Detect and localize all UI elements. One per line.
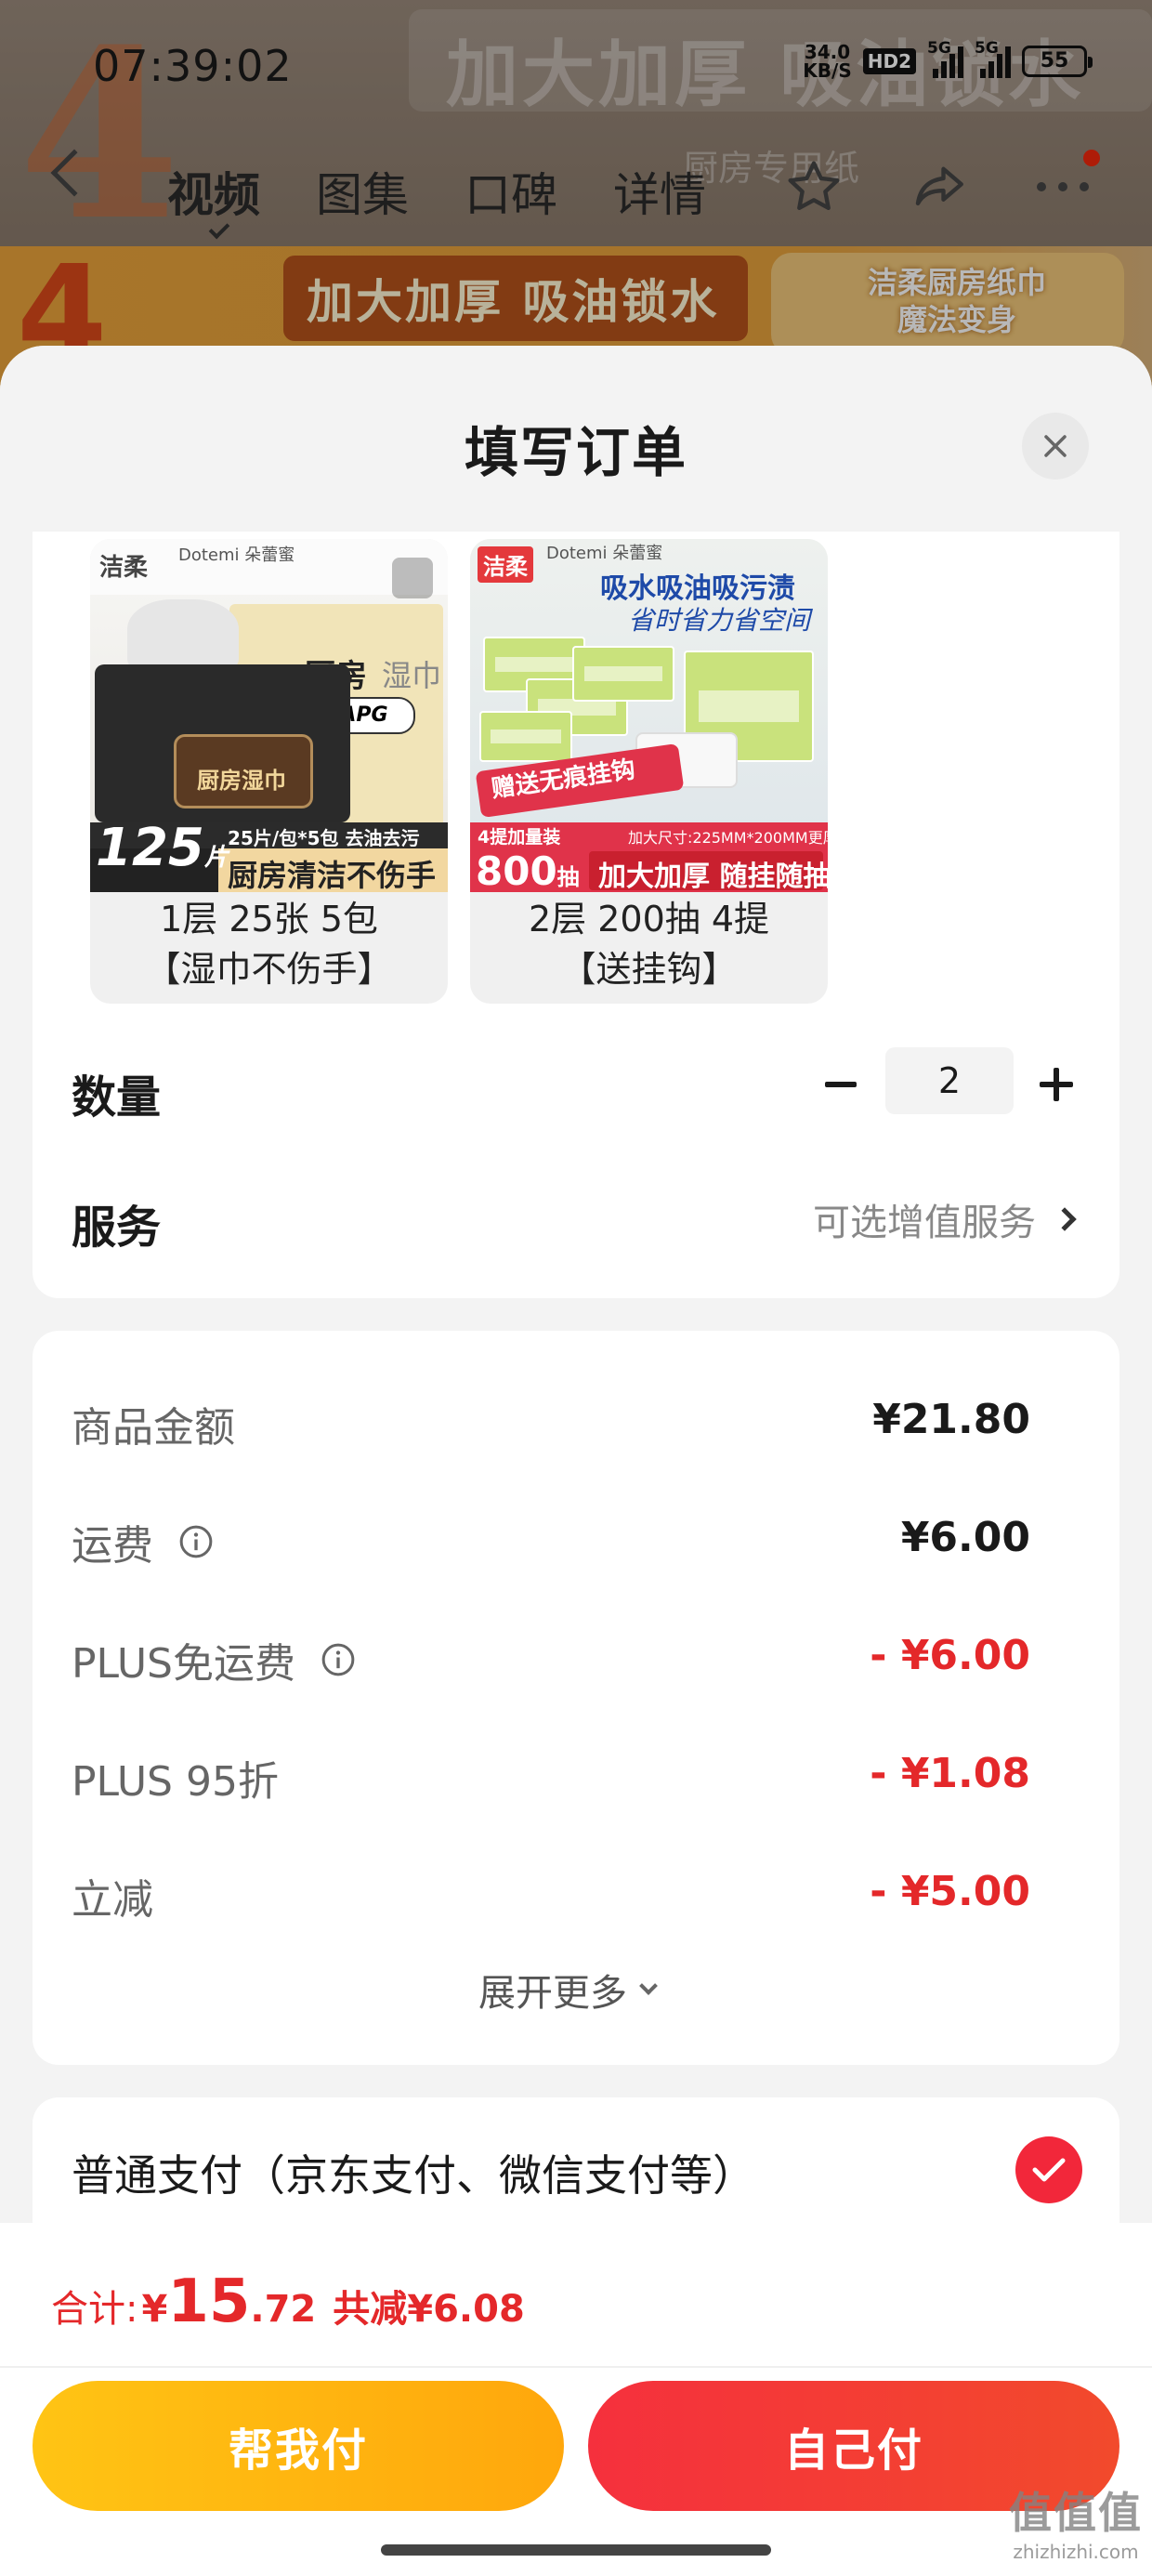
price-row-shipping: 运费 ¥6.00 [72, 1514, 1030, 1570]
modal-backdrop[interactable] [0, 0, 1152, 390]
price-row-instant-discount: 立减 - ¥5.00 [72, 1868, 1030, 1924]
expand-more-button[interactable]: 展开更多 [478, 1963, 658, 2017]
price-value: ¥6.00 [900, 1514, 1030, 1561]
order-total: 合计: ¥ 15 .72 共减¥6.08 [51, 2267, 525, 2336]
chevron-right-icon [1053, 1207, 1077, 1231]
price-value: - ¥5.00 [870, 1868, 1030, 1915]
variant-option-1[interactable]: 洁柔 Dotemi 朵蕾蜜 厨房 湿巾 APG 厨房湿巾 25片/包*5包 去油… [90, 539, 448, 1004]
close-icon [1044, 435, 1067, 457]
price-row-plus-free-shipping: PLUS免运费 - ¥6.00 [72, 1632, 1030, 1688]
price-row-subtotal: 商品金额 ¥21.80 [72, 1396, 1030, 1452]
variant-label: 2层 200抽 4提 【送挂钩】 [528, 899, 770, 990]
expand-image-icon[interactable] [392, 558, 433, 598]
service-row[interactable]: 服务 可选增值服务 [33, 1168, 1119, 1261]
variant-label: 1层 25张 5包 【湿巾不伤手】 [145, 899, 393, 990]
variant-image: 洁柔 Dotemi 朵蕾蜜 吸水吸油吸污渍 省时省力省空间 赠送无痕挂钩 4提加… [470, 539, 828, 892]
variant-list: 洁柔 Dotemi 朵蕾蜜 厨房 湿巾 APG 厨房湿巾 25片/包*5包 去油… [90, 539, 828, 1004]
product-card: 洁柔 Dotemi 朵蕾蜜 厨房 湿巾 APG 厨房湿巾 25片/包*5包 去油… [33, 532, 1119, 1298]
variant-option-2[interactable]: 洁柔 Dotemi 朵蕾蜜 吸水吸油吸污渍 省时省力省空间 赠送无痕挂钩 4提加… [470, 539, 828, 1004]
chevron-down-icon [639, 1977, 658, 1995]
close-button[interactable] [1022, 413, 1089, 480]
service-link[interactable]: 可选增值服务 [813, 1192, 1077, 1246]
payment-method-label: 普通支付（京东支付、微信支付等） [72, 2150, 755, 2201]
sheet-header: 填写订单 [0, 346, 1152, 532]
quantity-decrease-button[interactable] [813, 1057, 869, 1112]
site-watermark: 值值值 zhizhizhi.com [1009, 2488, 1143, 2563]
payment-selected-check-icon[interactable] [1015, 2136, 1082, 2203]
quantity-label: 数量 [72, 1071, 162, 1124]
help-me-pay-button[interactable]: 帮我付 [33, 2381, 564, 2511]
price-value: - ¥1.08 [870, 1750, 1030, 1797]
sheet-title: 填写订单 [464, 421, 687, 484]
price-value: ¥21.80 [872, 1396, 1030, 1443]
variant-image: 洁柔 Dotemi 朵蕾蜜 厨房 湿巾 APG 厨房湿巾 25片/包*5包 去油… [90, 539, 448, 892]
price-value: - ¥6.00 [870, 1632, 1030, 1679]
quantity-increase-button[interactable] [1028, 1057, 1084, 1112]
checkout-bar: 合计: ¥ 15 .72 共减¥6.08 帮我付 自己付 [0, 2223, 1152, 2576]
price-breakdown-card: 商品金额 ¥21.80 运费 ¥6.00 PLUS免运费 - ¥6.00 PLU… [33, 1331, 1119, 2065]
info-icon[interactable] [320, 1641, 357, 1678]
quantity-row: 数量 2 [33, 1038, 1119, 1131]
divider [0, 2366, 1152, 2368]
home-indicator[interactable] [381, 2544, 771, 2556]
service-label: 服务 [72, 1202, 162, 1254]
info-icon[interactable] [177, 1523, 215, 1560]
price-row-plus-discount: PLUS 95折 - ¥1.08 [72, 1750, 1030, 1806]
quantity-input[interactable]: 2 [885, 1047, 1014, 1114]
total-saved: 共减¥6.08 [333, 2288, 525, 2331]
